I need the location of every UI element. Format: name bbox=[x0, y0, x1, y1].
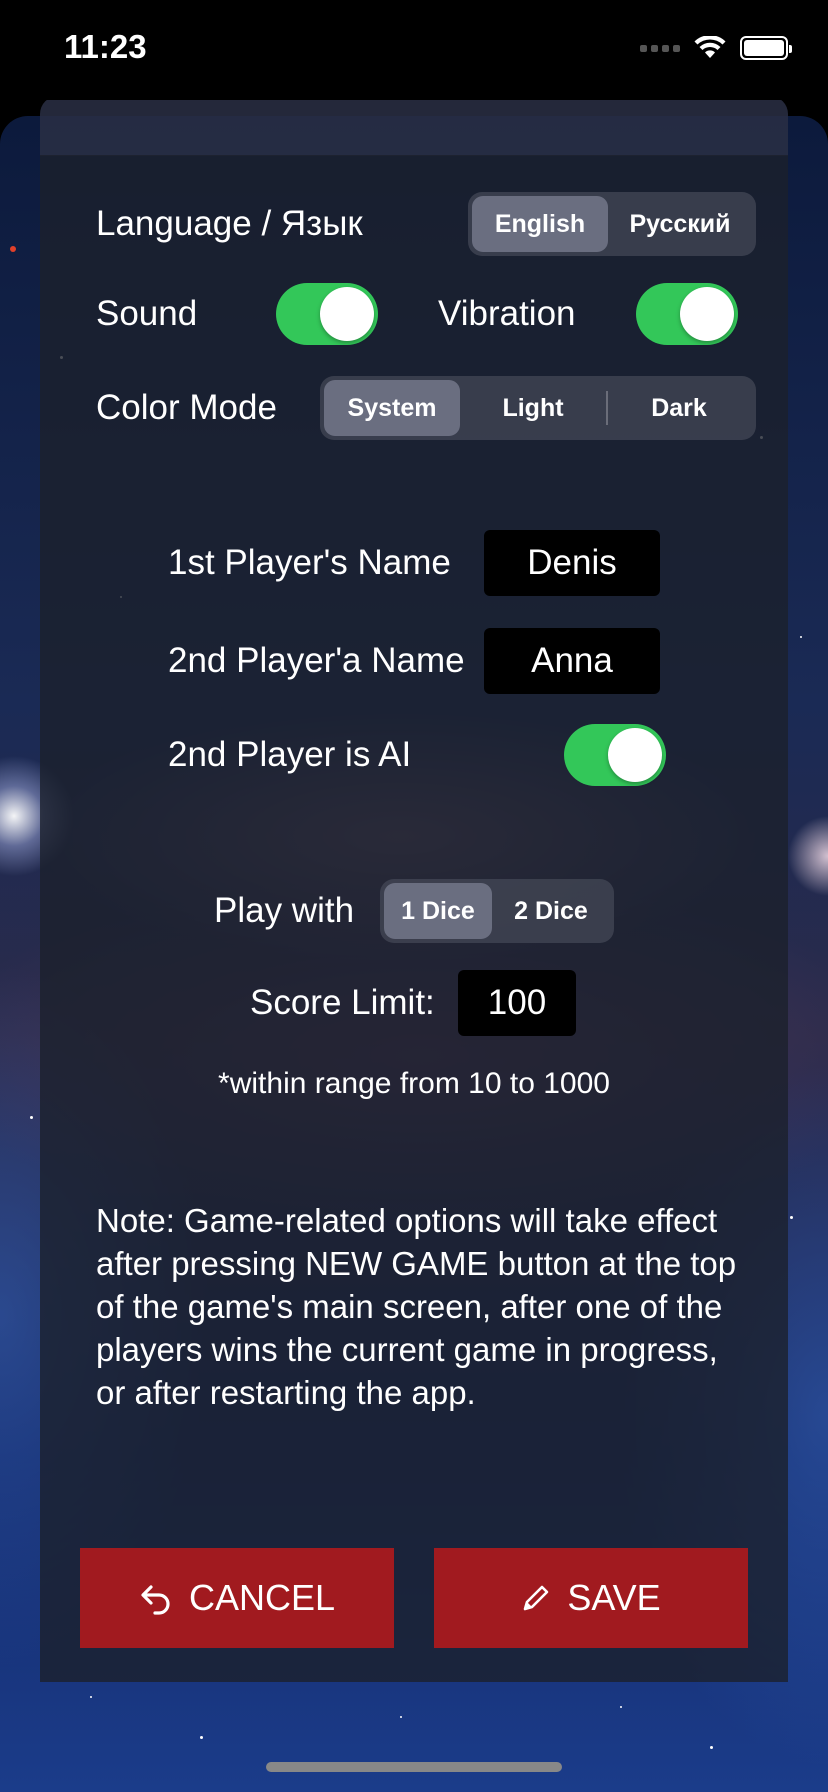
cellular-signal-icon bbox=[640, 44, 680, 52]
score-range-hint: *within range from 10 to 1000 bbox=[218, 1067, 610, 1100]
language-option-russian[interactable]: Русский bbox=[608, 196, 752, 252]
color-mode-option-system[interactable]: System bbox=[324, 380, 460, 436]
color-mode-option-dark[interactable]: Dark bbox=[608, 380, 750, 436]
sheet-background-tab bbox=[40, 96, 788, 156]
save-button[interactable]: SAVE bbox=[434, 1548, 748, 1648]
first-player-label: 1st Player's Name bbox=[168, 543, 451, 582]
status-icons bbox=[640, 36, 792, 60]
dice-segmented-control: 1 Dice 2 Dice bbox=[380, 879, 614, 943]
game-options-note: Note: Game-related options will take eff… bbox=[96, 1202, 737, 1411]
cancel-button[interactable]: CANCEL bbox=[80, 1548, 394, 1648]
color-mode-segmented-control: System Light Dark bbox=[320, 376, 756, 440]
sound-label: Sound bbox=[96, 294, 198, 333]
undo-arrow-icon bbox=[141, 1585, 170, 1615]
wifi-icon bbox=[694, 36, 726, 58]
battery-icon bbox=[740, 36, 792, 60]
home-indicator[interactable] bbox=[266, 1762, 562, 1772]
ai-label: 2nd Player is AI bbox=[168, 735, 412, 774]
settings-panel: Language / Язык English Русский Sound Vi… bbox=[40, 155, 788, 1682]
status-bar: 11:23 bbox=[0, 0, 828, 100]
play-with-label: Play with bbox=[214, 891, 355, 930]
score-limit-label: Score Limit: bbox=[250, 983, 435, 1022]
dice-option-one[interactable]: 1 Dice bbox=[384, 883, 492, 939]
ai-toggle[interactable] bbox=[564, 724, 666, 786]
language-segmented-control: English Русский bbox=[468, 192, 756, 256]
pencil-icon bbox=[524, 1585, 549, 1611]
score-limit-input[interactable]: 100 bbox=[458, 970, 576, 1036]
status-time: 11:23 bbox=[64, 28, 147, 65]
second-player-name-input[interactable]: Anna bbox=[484, 628, 660, 694]
vibration-toggle[interactable] bbox=[636, 283, 738, 345]
vibration-label: Vibration bbox=[438, 294, 576, 333]
color-mode-option-light[interactable]: Light bbox=[460, 380, 606, 436]
sound-toggle[interactable] bbox=[276, 283, 378, 345]
color-mode-label: Color Mode bbox=[96, 388, 277, 427]
dice-option-two[interactable]: 2 Dice bbox=[492, 883, 610, 939]
first-player-name-input[interactable]: Denis bbox=[484, 530, 660, 596]
second-player-label: 2nd Player'a Name bbox=[168, 641, 465, 680]
cancel-button-label: CANCEL bbox=[188, 1577, 336, 1618]
language-option-english[interactable]: English bbox=[472, 196, 608, 252]
language-label: Language / Язык bbox=[96, 204, 363, 243]
save-button-label: SAVE bbox=[567, 1577, 661, 1618]
